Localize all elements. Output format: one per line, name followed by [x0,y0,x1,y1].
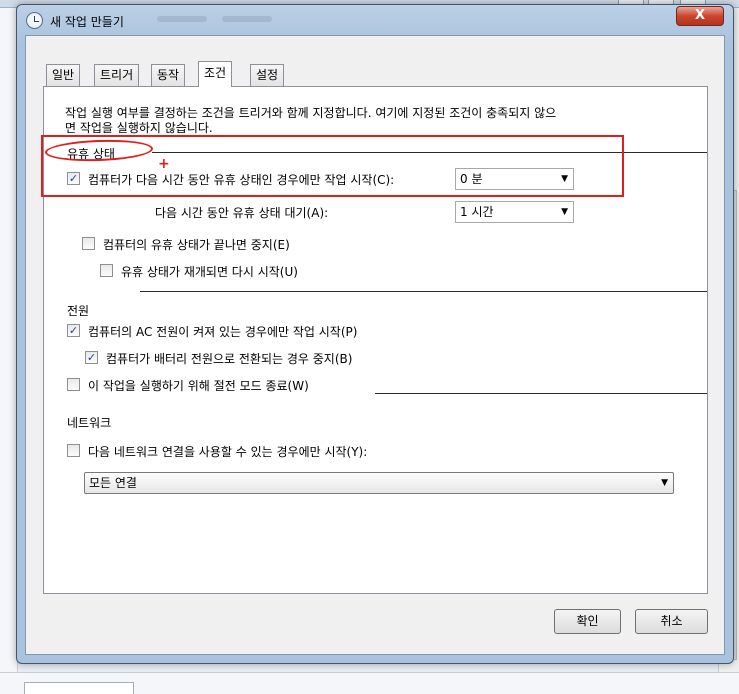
network-only-checkbox[interactable] [67,444,80,457]
clock-icon [26,12,43,29]
blurred-title-part [222,16,272,22]
dialog-title: 새 작업 만들기 [50,15,124,29]
stop-if-not-idle-checkbox[interactable] [82,237,95,250]
annotation-cursor-marker: + [158,156,170,172]
ac-power-only-label: 컴퓨터의 AC 전원이 켜져 있는 경우에만 작업 시작(P) [88,325,358,339]
chevron-down-icon: ▼ [661,478,668,488]
ok-button[interactable]: 확인 [554,609,621,634]
wake-to-run-label: 이 작업을 실행하기 위해 절전 모드 종료(W) [88,379,309,393]
tab-triggers[interactable]: 트리거 [94,64,140,86]
chevron-down-icon: ▼ [561,207,568,217]
power-section-header: 전원 [67,304,90,318]
tab-general[interactable]: 일반 [46,64,81,86]
parent-bottom-tab[interactable] [24,682,134,694]
blurred-title-part [157,16,207,22]
tab-conditions[interactable]: 조건 [198,61,233,87]
dialog-client-area: 일반 트리거 동작 조건 설정 작업 실행 여부를 결정하는 조건을 트리거와 … [25,35,725,655]
wake-to-run-checkbox[interactable] [67,378,80,391]
tab-settings[interactable]: 설정 [250,64,285,86]
cancel-button[interactable]: 취소 [635,609,708,634]
network-connection-value: 모든 연결 [89,476,137,490]
network-section-header: 네트워크 [67,416,112,430]
close-button[interactable]: X [676,6,724,26]
network-connection-select[interactable]: 모든 연결 ▼ [84,472,674,494]
description-text-line2: 면 작업을 실행하지 않습니다. [65,121,213,135]
tab-actions[interactable]: 동작 [151,64,186,86]
restart-if-idle-resumes-checkbox[interactable] [100,264,113,277]
restart-if-idle-resumes-label: 유휴 상태가 재개되면 다시 시작(U) [121,265,298,279]
stop-if-not-idle-label: 컴퓨터의 유휴 상태가 끝나면 중지(E) [103,238,290,252]
create-task-dialog: 새 작업 만들기 X 일반 트리거 동작 조건 설정 작업 실행 여부를 결정하… [16,4,734,664]
stop-on-battery-checkbox[interactable]: ✓ [85,351,98,364]
wait-for-idle-label: 다음 시간 동안 유휴 상태 대기(A): [155,206,329,220]
ac-power-only-checkbox[interactable]: ✓ [67,324,80,337]
idle-sub-divider [140,291,707,292]
network-only-label: 다음 네트워크 연결을 사용할 수 있는 경우에만 시작(Y): [88,445,368,459]
wait-idle-select[interactable]: 1 시간 ▼ [455,201,574,223]
power-section-divider [375,393,707,394]
wait-idle-value: 1 시간 [460,205,494,219]
stop-on-battery-label: 컴퓨터가 배터리 전원으로 전환되는 경우 중지(B) [106,352,353,366]
dialog-titlebar[interactable]: 새 작업 만들기 X [17,5,733,35]
